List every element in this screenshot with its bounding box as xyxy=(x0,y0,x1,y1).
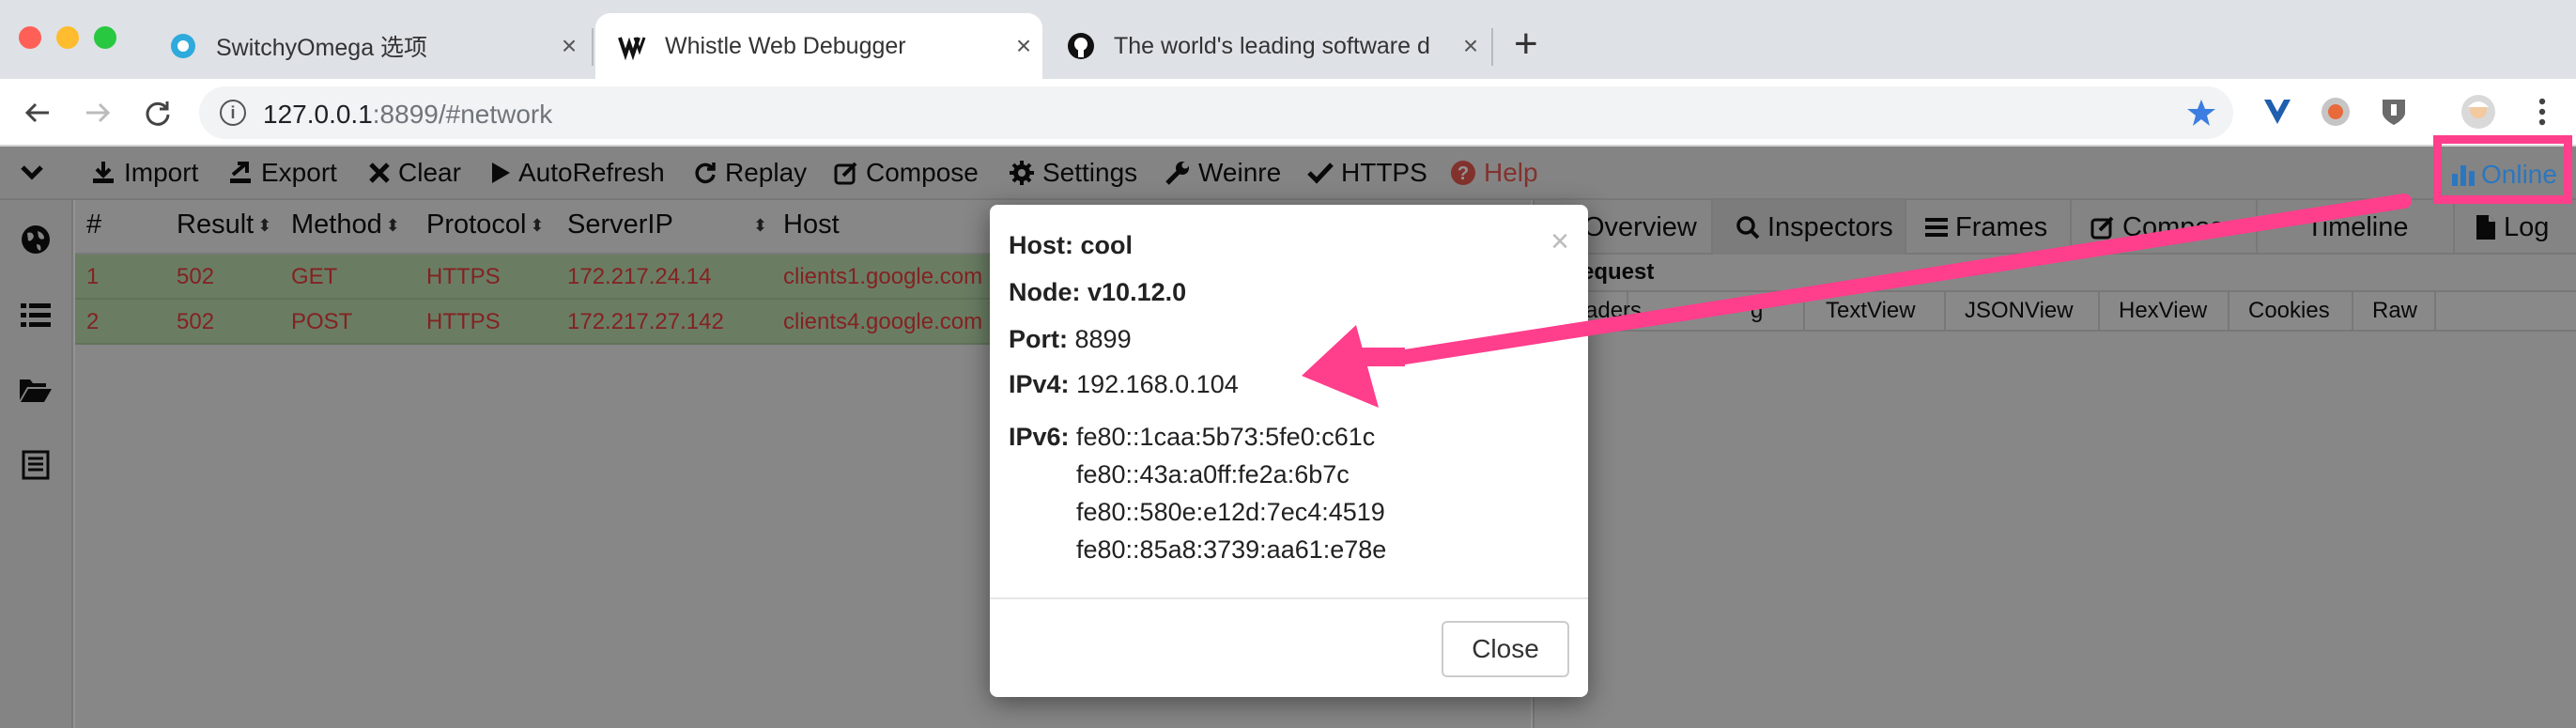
address-bar[interactable]: i 127.0.0.1:8899/#network xyxy=(199,86,2233,139)
ipv6-address: fe80::580e:e12d:7ec4:4519 xyxy=(1076,498,1385,526)
browser-tab-whistle[interactable]: Whistle Web Debugger × xyxy=(595,13,1042,79)
ipv6-address: fe80::85a8:3739:aa61:e78e xyxy=(1076,535,1387,564)
ipv4-label: IPv4: xyxy=(1009,370,1070,398)
ipv6-label: IPv6: xyxy=(1009,423,1070,451)
tab-close-icon[interactable]: × xyxy=(1005,31,1042,61)
arrow-right-icon xyxy=(86,102,111,123)
url-host: 127.0.0.1 xyxy=(263,100,373,129)
tab-close-icon[interactable]: × xyxy=(550,31,588,61)
close-icon[interactable]: × xyxy=(1550,225,1569,257)
modal-footer-divider xyxy=(990,597,1588,599)
bookmark-star-icon[interactable] xyxy=(2186,98,2216,128)
tab-title: Whistle Web Debugger xyxy=(665,32,906,59)
whistle-icon xyxy=(618,32,646,60)
github-icon xyxy=(1067,32,1095,60)
url-path: :8899/#network xyxy=(372,100,553,129)
window-close-button[interactable] xyxy=(19,26,41,49)
ipv6-address: fe80::43a:a0ff:fe2a:6b7c xyxy=(1076,460,1350,488)
browser-menu-icon[interactable] xyxy=(2522,92,2562,132)
ipv6-row: IPv6: xyxy=(1009,423,1070,452)
window-maximize-button[interactable] xyxy=(94,26,116,49)
extension-shield-icon[interactable] xyxy=(2374,92,2414,132)
arrow-left-icon xyxy=(24,102,49,123)
port-label: Port: xyxy=(1009,325,1068,353)
reload-button[interactable] xyxy=(131,86,184,139)
ipv4-row: IPv4: 192.168.0.104 xyxy=(1009,370,1239,399)
tab-separator xyxy=(592,28,594,66)
extension-circle-icon[interactable] xyxy=(2316,92,2355,132)
host-value: cool xyxy=(1080,231,1134,259)
browser-tab-github[interactable]: The world's leading software d × xyxy=(1044,13,1489,79)
browser-tab-bar: SwitchyOmega 选项 × Whistle Web Debugger ×… xyxy=(0,0,2576,79)
node-value: v10.12.0 xyxy=(1087,278,1187,306)
forward-button[interactable] xyxy=(71,86,124,139)
site-info-icon[interactable]: i xyxy=(220,100,246,126)
port-row: Port: 8899 xyxy=(1009,325,1132,354)
ipv4-value: 192.168.0.104 xyxy=(1076,370,1239,398)
node-label: Node: xyxy=(1009,278,1081,306)
reload-icon xyxy=(146,101,170,126)
server-info-dialog: × Host: cool Node: v10.12.0 Port: 8899 I… xyxy=(990,205,1588,697)
tab-separator xyxy=(1491,28,1493,66)
close-button[interactable]: Close xyxy=(1442,621,1569,677)
extension-vpn-icon[interactable] xyxy=(2258,92,2297,132)
switchyomega-icon xyxy=(169,32,197,60)
url-text: 127.0.0.1:8899/#network xyxy=(263,100,552,130)
profile-avatar[interactable] xyxy=(2459,92,2498,132)
window-minimize-button[interactable] xyxy=(56,26,79,49)
tab-close-icon[interactable]: × xyxy=(1452,31,1489,61)
port-value: 8899 xyxy=(1074,325,1132,353)
node-row: Node: v10.12.0 xyxy=(1009,278,1186,307)
host-row: Host: cool xyxy=(1009,231,1133,260)
new-tab-button[interactable]: + xyxy=(1514,21,1538,68)
back-button[interactable] xyxy=(11,86,64,139)
host-label: Host: xyxy=(1009,231,1073,259)
browser-tab-switchyomega[interactable]: SwitchyOmega 选项 × xyxy=(147,13,588,79)
browser-toolbar: i 127.0.0.1:8899/#network xyxy=(0,79,2576,147)
annotation-highlight-box xyxy=(2433,135,2572,204)
tab-title: SwitchyOmega 选项 xyxy=(216,35,428,61)
tab-title: The world's leading software d xyxy=(1114,32,1430,59)
ipv6-address: fe80::1caa:5b73:5fe0:c61c xyxy=(1076,423,1376,451)
